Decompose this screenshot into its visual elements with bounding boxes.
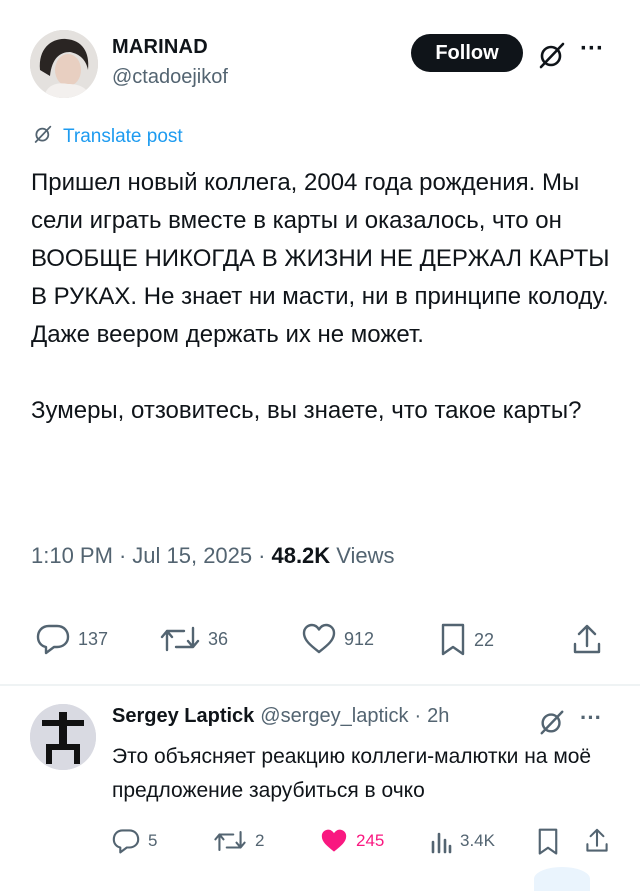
post-date[interactable]: Jul 15, 2025 (132, 543, 252, 569)
reply-action[interactable]: 137 (36, 623, 108, 655)
reply-text: Это объясняет реакцию коллеги-малютки на… (112, 745, 592, 802)
meta-dot: · (258, 543, 266, 568)
floating-button-edge[interactable] (534, 867, 590, 891)
like-action[interactable]: 912 (302, 623, 374, 655)
repost-icon (160, 623, 200, 655)
reply-repost-count: 2 (255, 831, 265, 850)
reply-reply-action[interactable]: 5 (112, 828, 157, 854)
reply-count: 137 (78, 628, 109, 649)
author-handle[interactable]: @ctadoejikof (112, 66, 228, 89)
more-icon[interactable]: ··· (580, 705, 602, 731)
like-icon-filled (320, 828, 348, 854)
like-count: 912 (344, 628, 375, 649)
author-name[interactable]: MARINAD (112, 36, 208, 59)
reply-header: Sergey Laptick @sergey_laptick · 2h (112, 705, 449, 728)
repost-icon (213, 828, 247, 854)
reply-icon (112, 828, 140, 854)
bookmark-count: 22 (474, 629, 495, 650)
reply-avatar[interactable] (30, 704, 96, 770)
share-icon[interactable] (585, 828, 609, 859)
grok-translate-icon (33, 124, 53, 150)
bookmark-icon[interactable] (537, 828, 559, 861)
reply-views-count: 3.4K (460, 831, 495, 850)
reply-author-name[interactable]: Sergey Laptick (112, 705, 254, 728)
translate-label: Translate post (63, 126, 183, 147)
repost-action[interactable]: 36 (160, 623, 228, 655)
post-meta: 1:10 PM · Jul 15, 2025 · 48.2K Views (31, 543, 394, 569)
grok-icon[interactable] (538, 708, 566, 736)
repost-count: 36 (208, 628, 229, 649)
views-icon (430, 828, 452, 854)
divider (0, 684, 640, 686)
views-label: Views (336, 543, 395, 568)
reply-repost-action[interactable]: 2 (213, 828, 264, 854)
views-count[interactable]: 48.2K (271, 543, 330, 569)
like-icon (302, 623, 336, 655)
post-time[interactable]: 1:10 PM (31, 543, 113, 569)
post-text: Пришел новый коллега, 2004 года рождения… (31, 164, 611, 430)
follow-button[interactable]: Follow (411, 34, 523, 72)
post-paragraph-1: Пришел новый коллега, 2004 года рождения… (31, 169, 610, 348)
bookmark-icon (440, 623, 466, 657)
reply-reply-count: 5 (148, 831, 158, 850)
meta-dot: · (118, 543, 127, 568)
post-paragraph-2: Зумеры, отзовитесь, вы знаете, что такое… (31, 397, 582, 424)
reply-author-handle[interactable]: @sergey_laptick (260, 705, 408, 728)
author-avatar[interactable] (30, 30, 98, 98)
bookmark-action[interactable]: 22 (440, 623, 494, 657)
reply-like-count: 245 (356, 831, 385, 850)
reply-like-action[interactable]: 245 (320, 828, 384, 854)
more-icon[interactable]: ··· (580, 37, 606, 66)
reply-dot: · (414, 705, 422, 727)
translate-post-link[interactable]: Translate post (33, 124, 183, 150)
reply-icon (36, 623, 70, 655)
grok-icon[interactable] (537, 40, 567, 70)
reply-views-action[interactable]: 3.4K (430, 828, 495, 854)
reply-age[interactable]: 2h (427, 705, 449, 728)
share-icon[interactable] (572, 624, 602, 661)
